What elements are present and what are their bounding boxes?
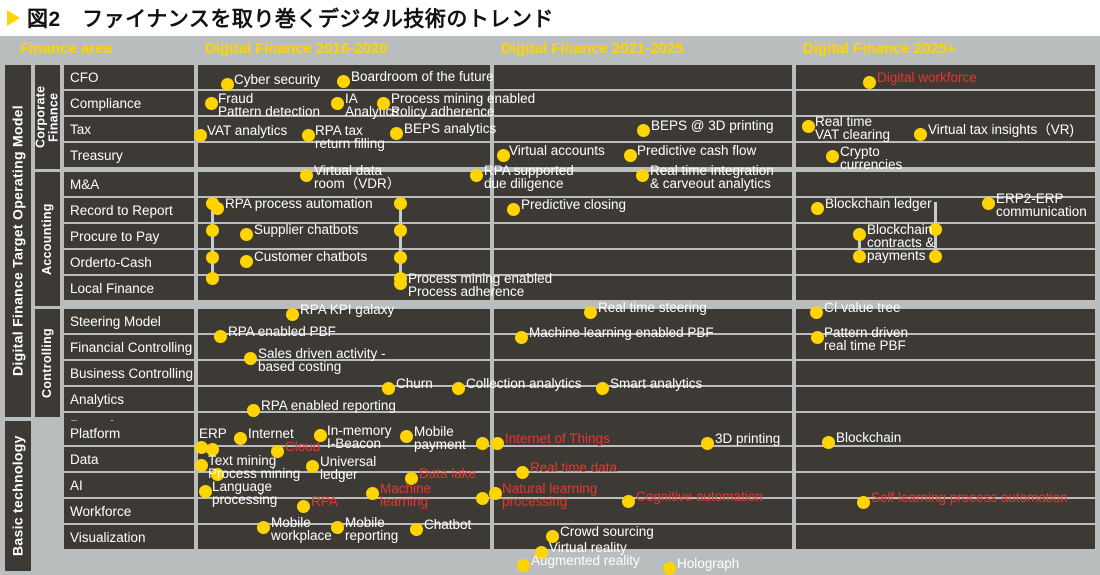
cell-m-a-digital-finance-2016-2020[interactable] — [198, 172, 490, 196]
row-label-data: Data — [64, 447, 194, 471]
cell-compliance-digital-finance-2025[interactable] — [796, 91, 1095, 115]
cell-procure-to-pay-digital-finance-2025[interactable] — [796, 224, 1095, 248]
column-header-row: Finance area Digital Finance 2016-2020 D… — [0, 36, 1100, 63]
cell-m-a-digital-finance-2025[interactable] — [796, 172, 1095, 196]
cell-business-controlling-digital-finance-2025[interactable] — [796, 361, 1095, 385]
cell-local-finance-digital-finance-2016-2020[interactable] — [198, 276, 490, 300]
row-label-financial-controlling: Financial Controlling — [64, 335, 194, 359]
row-label-analytics: Analytics — [64, 387, 194, 411]
page-title: 図2 ファイナンスを取り巻くデジタル技術のトレンド — [27, 8, 554, 31]
column-header-2016-2020: Digital Finance 2016-2020 — [205, 40, 388, 57]
cell-ai-digital-finance-2021-2025[interactable] — [494, 473, 792, 497]
cell-orderto-cash-digital-finance-2021-2025[interactable] — [494, 250, 792, 274]
cell-workforce-digital-finance-2025[interactable] — [796, 499, 1095, 523]
column-header-finance-area: Finance area — [20, 40, 112, 57]
row-label-business-controlling: Business Controlling — [64, 361, 194, 385]
cell-record-to-report-digital-finance-2025[interactable] — [796, 198, 1095, 222]
cell-visualization-digital-finance-2021-2025[interactable] — [494, 525, 792, 549]
row-label-treasury: Treasury — [64, 143, 194, 167]
cell-compliance-digital-finance-2016-2020[interactable] — [198, 91, 490, 115]
cell-financial-controlling-digital-finance-2021-2025[interactable] — [494, 335, 792, 359]
row-label-tax: Tax — [64, 117, 194, 141]
row-label-steering-model: Steering Model — [64, 309, 194, 333]
cell-business-controlling-digital-finance-2016-2020[interactable] — [198, 361, 490, 385]
cell-compliance-digital-finance-2021-2025[interactable] — [494, 91, 792, 115]
cell-record-to-report-digital-finance-2021-2025[interactable] — [494, 198, 792, 222]
cell-financial-controlling-digital-finance-2025[interactable] — [796, 335, 1095, 359]
cell-business-controlling-digital-finance-2021-2025[interactable] — [494, 361, 792, 385]
cell-analytics-digital-finance-2021-2025[interactable] — [494, 387, 792, 411]
cell-treasury-digital-finance-2016-2020[interactable] — [198, 143, 490, 167]
cell-analytics-digital-finance-2016-2020[interactable] — [198, 387, 490, 411]
cell-local-finance-digital-finance-2025[interactable] — [796, 276, 1095, 300]
cell-treasury-digital-finance-2025[interactable] — [796, 143, 1095, 167]
cell-cfo-digital-finance-2021-2025[interactable] — [494, 65, 792, 89]
cell-procure-to-pay-digital-finance-2021-2025[interactable] — [494, 224, 792, 248]
row-label-orderto-cash: Orderto-Cash — [64, 250, 194, 274]
row-label-local-finance: Local Finance — [64, 276, 194, 300]
cell-m-a-digital-finance-2021-2025[interactable] — [494, 172, 792, 196]
cell-steering-model-digital-finance-2025[interactable] — [796, 309, 1095, 333]
row-label-record-to-report: Record to Report — [64, 198, 194, 222]
row-label-compliance: Compliance — [64, 91, 194, 115]
cell-local-finance-digital-finance-2021-2025[interactable] — [494, 276, 792, 300]
column-header-2025-plus: Digital Finance 2025+ — [803, 40, 956, 57]
cell-workforce-digital-finance-2021-2025[interactable] — [494, 499, 792, 523]
cell-orderto-cash-digital-finance-2016-2020[interactable] — [198, 250, 490, 274]
cell-ai-digital-finance-2025[interactable] — [796, 473, 1095, 497]
row-label-m-a: M&A — [64, 172, 194, 196]
cell-platform-digital-finance-2016-2020[interactable] — [198, 421, 490, 445]
cell-tax-digital-finance-2021-2025[interactable] — [494, 117, 792, 141]
cell-steering-model-digital-finance-2016-2020[interactable] — [198, 309, 490, 333]
cell-procure-to-pay-digital-finance-2016-2020[interactable] — [198, 224, 490, 248]
cell-steering-model-digital-finance-2021-2025[interactable] — [494, 309, 792, 333]
cell-visualization-digital-finance-2025[interactable] — [796, 525, 1095, 549]
column-header-2021-2025: Digital Finance 2021-2025 — [501, 40, 684, 57]
row-label-cfo: CFO — [64, 65, 194, 89]
triangle-marker-icon — [7, 10, 20, 26]
cell-ai-digital-finance-2016-2020[interactable] — [198, 473, 490, 497]
cell-tax-digital-finance-2016-2020[interactable] — [198, 117, 490, 141]
row-label-platform: Platform — [64, 421, 194, 445]
cell-workforce-digital-finance-2016-2020[interactable] — [198, 499, 490, 523]
cell-record-to-report-digital-finance-2016-2020[interactable] — [198, 198, 490, 222]
row-label-ai: AI — [64, 473, 194, 497]
row-label-procure-to-pay: Procure to Pay — [64, 224, 194, 248]
cell-platform-digital-finance-2021-2025[interactable] — [494, 421, 792, 445]
cell-data-digital-finance-2016-2020[interactable] — [198, 447, 490, 471]
title-bar: 図2 ファイナンスを取り巻くデジタル技術のトレンド — [0, 0, 1100, 36]
row-label-visualization: Visualization — [64, 525, 194, 549]
cell-treasury-digital-finance-2021-2025[interactable] — [494, 143, 792, 167]
row-label-workforce: Workforce — [64, 499, 194, 523]
cell-analytics-digital-finance-2025[interactable] — [796, 387, 1095, 411]
cell-data-digital-finance-2025[interactable] — [796, 447, 1095, 471]
cell-orderto-cash-digital-finance-2025[interactable] — [796, 250, 1095, 274]
cell-tax-digital-finance-2025[interactable] — [796, 117, 1095, 141]
cell-data-digital-finance-2021-2025[interactable] — [494, 447, 792, 471]
cell-cfo-digital-finance-2016-2020[interactable] — [198, 65, 490, 89]
cell-visualization-digital-finance-2016-2020[interactable] — [198, 525, 490, 549]
cell-cfo-digital-finance-2025[interactable] — [796, 65, 1095, 89]
cell-platform-digital-finance-2025[interactable] — [796, 421, 1095, 445]
cell-financial-controlling-digital-finance-2016-2020[interactable] — [198, 335, 490, 359]
